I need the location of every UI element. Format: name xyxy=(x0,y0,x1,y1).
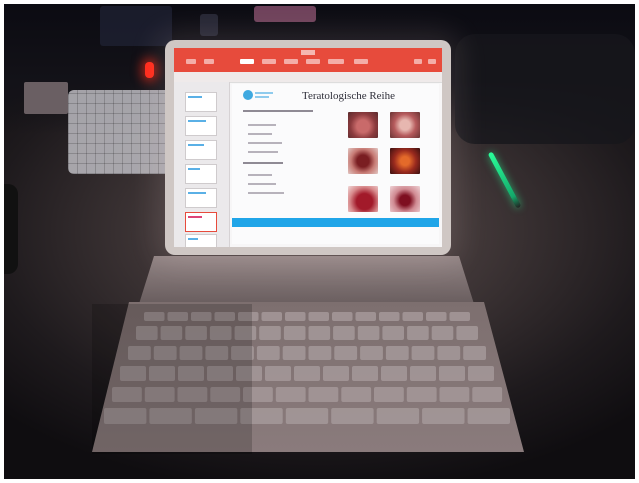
keyboard-key xyxy=(468,366,494,381)
logo-text xyxy=(255,92,273,94)
keyboard-key xyxy=(259,326,281,340)
keyboard-key xyxy=(439,366,465,381)
keyboard-key xyxy=(411,346,435,360)
keyboard-key xyxy=(381,366,407,381)
app-ribbon xyxy=(174,48,442,72)
keyboard-key xyxy=(275,387,306,402)
document-title xyxy=(301,50,315,55)
bullet-line xyxy=(248,133,272,135)
keyboard-key xyxy=(426,312,447,321)
medical-image xyxy=(348,148,378,174)
ribbon-tab[interactable] xyxy=(306,59,320,64)
ribbon-tab[interactable] xyxy=(354,59,368,64)
tablet-screen: Teratologische Reihe xyxy=(174,48,442,247)
slide-thumbnail[interactable] xyxy=(185,234,217,247)
keyboard-key xyxy=(308,326,331,340)
keyboard-key xyxy=(382,326,404,340)
bullet-line xyxy=(248,151,278,153)
slide-thumbnail[interactable] xyxy=(185,164,217,184)
keyboard-key xyxy=(294,366,320,381)
keyboard-key xyxy=(323,366,349,381)
text-line xyxy=(243,110,313,112)
keyboard-key xyxy=(285,408,329,424)
keyboard-key xyxy=(422,408,465,424)
keyboard-key xyxy=(456,326,478,340)
slide-title: Teratologische Reihe xyxy=(302,90,396,102)
bullet-line xyxy=(248,142,282,144)
keyboard-key xyxy=(410,366,436,381)
accent-bar xyxy=(232,218,439,227)
slide-thumbnails xyxy=(174,82,230,247)
medical-image xyxy=(390,186,420,212)
keyboard-hinge xyxy=(139,256,474,304)
keyboard-key xyxy=(285,312,306,321)
keyboard-key xyxy=(385,346,409,360)
keyboard-key xyxy=(472,387,503,402)
keyboard-key xyxy=(360,346,383,360)
keyboard-key xyxy=(308,312,329,321)
medical-image xyxy=(348,186,378,212)
ribbon-tab[interactable] xyxy=(428,59,436,64)
medical-image xyxy=(390,112,420,138)
keyboard-key xyxy=(265,366,291,381)
medical-image xyxy=(390,148,420,174)
keyboard-key xyxy=(379,312,400,321)
slide-thumbnail-selected[interactable] xyxy=(185,212,217,232)
slide-thumbnail[interactable] xyxy=(185,92,217,112)
slide-canvas[interactable]: Teratologische Reihe xyxy=(232,84,439,244)
slide-thumbnail[interactable] xyxy=(185,188,217,208)
bullet-line xyxy=(248,192,284,194)
bullet-line xyxy=(248,124,276,126)
keyboard-key xyxy=(376,408,420,424)
bullet-line xyxy=(248,174,272,176)
keyboard-key xyxy=(406,387,437,402)
keyboard-key xyxy=(437,346,461,360)
photo: Teratologische Reihe xyxy=(4,4,635,479)
keyboard-key xyxy=(308,387,339,402)
keyboard-key xyxy=(463,346,486,360)
keyboard-key xyxy=(355,312,376,321)
ribbon-tab[interactable] xyxy=(328,59,344,64)
keyboard-key xyxy=(449,312,470,321)
keyboard-key xyxy=(282,346,306,360)
slide-thumbnail[interactable] xyxy=(185,116,217,136)
keyboard-key xyxy=(341,387,372,402)
tablet: Teratologische Reihe xyxy=(165,40,451,255)
logo-icon xyxy=(243,90,253,100)
keyboard-key xyxy=(331,408,374,424)
keyboard-key xyxy=(402,312,423,321)
logo-text xyxy=(255,96,269,98)
medical-image xyxy=(348,112,378,138)
bullet-line xyxy=(248,183,276,185)
keyboard-key xyxy=(261,312,282,321)
ribbon-tab[interactable] xyxy=(284,59,298,64)
ribbon-tab[interactable] xyxy=(186,59,196,64)
keyboard-key xyxy=(357,326,380,340)
keyboard-key xyxy=(407,326,429,340)
keyboard-key xyxy=(431,326,454,340)
keyboard-key xyxy=(256,346,280,360)
keyboard-key xyxy=(333,326,355,340)
keyboard-key xyxy=(352,366,378,381)
keyboard-key xyxy=(374,387,404,402)
slide-thumbnail[interactable] xyxy=(185,140,217,160)
ribbon-tab[interactable] xyxy=(262,59,276,64)
text-line xyxy=(243,162,283,164)
keyboard-shadow xyxy=(92,304,252,454)
ribbon-tab-active[interactable] xyxy=(240,59,254,64)
keyboard-key xyxy=(467,408,510,424)
keyboard-key xyxy=(283,326,306,340)
keyboard-key xyxy=(332,312,353,321)
keyboard-key xyxy=(308,346,332,360)
keyboard-key xyxy=(439,387,470,402)
keyboard-key xyxy=(334,346,358,360)
ribbon-tab[interactable] xyxy=(204,59,214,64)
ribbon-tab[interactable] xyxy=(414,59,422,64)
